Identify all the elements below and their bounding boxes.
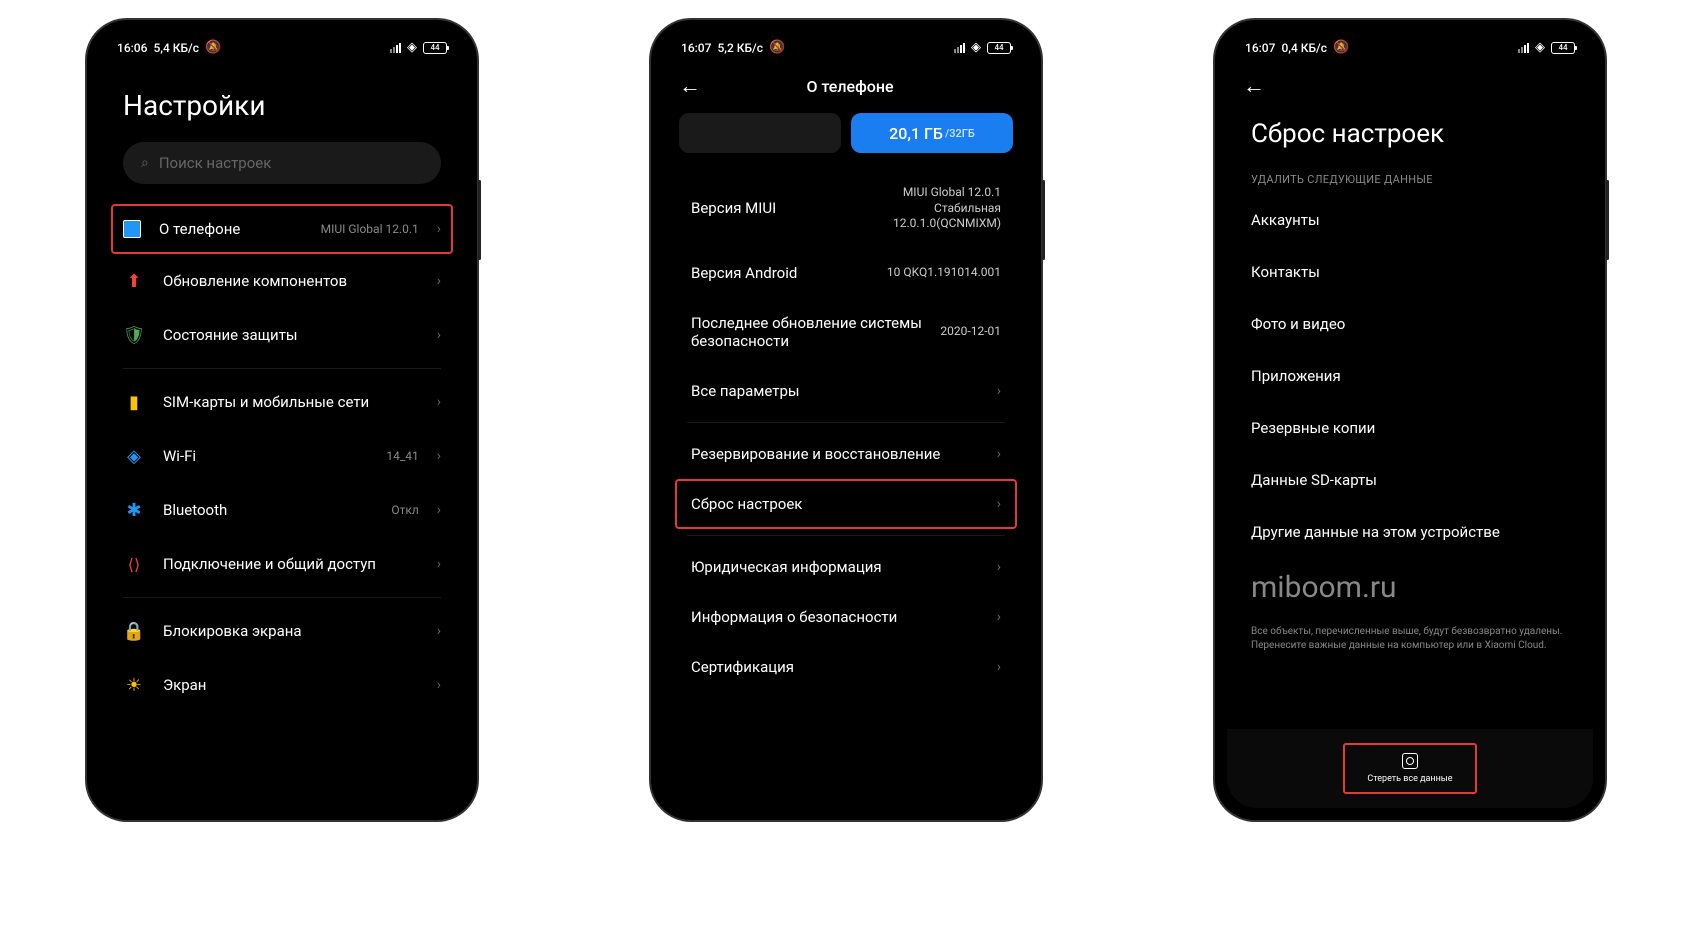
row-safety-info[interactable]: Информация о безопасности ›: [675, 592, 1017, 642]
signal-icon: [390, 43, 401, 53]
item-sim[interactable]: ▮ SIM-карты и мобильные сети ›: [111, 375, 453, 429]
item-component-update[interactable]: ⬆ Обновление компонентов ›: [111, 254, 453, 308]
mute-icon: 🔕: [205, 40, 221, 55]
item-about-phone[interactable]: О телефоне MIUI Global 12.0.1 ›: [111, 204, 453, 254]
data-contacts: Контакты: [1227, 246, 1593, 298]
item-connection-share[interactable]: ⟨⟩ Подключение и общий доступ ›: [111, 537, 453, 591]
row-backup-restore[interactable]: Резервирование и восстановление ›: [675, 429, 1017, 479]
disclaimer: Все объекты, перечисленные выше, будут б…: [1227, 617, 1593, 665]
storage-card[interactable]: 20,1 ГБ /32ГБ: [679, 113, 1013, 153]
data-accounts: Аккаунты: [1227, 194, 1593, 246]
battery-icon: 44: [423, 42, 447, 54]
status-speed: 5,4 КБ/с: [153, 41, 199, 55]
signal-icon: [954, 43, 965, 53]
wifi-icon: ◈: [971, 40, 981, 55]
status-time: 16:07: [681, 41, 711, 55]
status-speed: 5,2 КБ/с: [717, 41, 763, 55]
page-title: Сброс настроек: [1227, 99, 1593, 167]
status-bar: 16:06 5,4 КБ/с 🔕 ◈ 44: [99, 32, 465, 59]
header-bar: ←: [1227, 59, 1593, 99]
chevron-right-icon: ›: [437, 556, 441, 572]
shield-icon: 🛡: [123, 324, 145, 346]
chevron-right-icon: ›: [437, 502, 441, 518]
row-security-update[interactable]: Последнее обновление системы безопасност…: [675, 298, 1017, 366]
phone-reset: 16:07 0,4 КБ/с 🔕 ◈ 44 ← Сброс настроек У…: [1215, 20, 1605, 820]
search-input[interactable]: ⌕ Поиск настроек: [123, 142, 441, 184]
row-factory-reset[interactable]: Сброс настроек ›: [675, 479, 1017, 529]
chevron-right-icon: ›: [437, 394, 441, 410]
chevron-right-icon: ›: [997, 559, 1001, 575]
chevron-right-icon: ›: [437, 448, 441, 464]
miui-version-value: MIUI Global 12.0.1 Стабильная 12.0.1.0(Q…: [893, 185, 1001, 232]
mute-icon: 🔕: [769, 40, 785, 55]
update-icon: ⬆: [123, 270, 145, 292]
storage-used: 20,1 ГБ: [889, 124, 943, 143]
chevron-right-icon: ›: [997, 496, 1001, 512]
back-button[interactable]: ←: [1243, 73, 1265, 99]
watermark: miboom.ru: [1227, 558, 1593, 617]
back-button[interactable]: ←: [679, 73, 701, 99]
brightness-icon: ☀: [123, 674, 145, 696]
section-label: УДАЛИТЬ СЛЕДУЮЩИЕ ДАННЫЕ: [1227, 167, 1593, 194]
row-legal[interactable]: Юридическая информация ›: [675, 542, 1017, 592]
wifi-icon: ◈: [407, 40, 417, 55]
data-other: Другие данные на этом устройстве: [1227, 506, 1593, 558]
chevron-right-icon: ›: [437, 677, 441, 693]
phone-about: 16:07 5,2 КБ/с 🔕 ◈ 44 ← О телефоне 20,1 …: [651, 20, 1041, 820]
item-security-status[interactable]: 🛡 Состояние защиты ›: [111, 308, 453, 362]
battery-icon: 44: [987, 42, 1011, 54]
item-display[interactable]: ☀ Экран ›: [111, 658, 453, 712]
data-sd: Данные SD-карты: [1227, 454, 1593, 506]
header-title: О телефоне: [717, 77, 983, 96]
item-bluetooth[interactable]: ✱ Bluetooth Откл ›: [111, 483, 453, 537]
storage-total: /32ГБ: [945, 127, 975, 140]
status-time: 16:06: [117, 41, 147, 55]
chevron-right-icon: ›: [997, 383, 1001, 399]
item-lock-screen[interactable]: 🔒 Блокировка экрана ›: [111, 604, 453, 658]
status-speed: 0,4 КБ/с: [1281, 41, 1327, 55]
header-bar: ← О телефоне: [663, 59, 1029, 113]
signal-icon: [1518, 43, 1529, 53]
divider: [687, 535, 1005, 536]
divider: [687, 422, 1005, 423]
erase-icon: [1402, 753, 1418, 769]
chevron-right-icon: ›: [997, 446, 1001, 462]
mute-icon: 🔕: [1333, 40, 1349, 55]
search-icon: ⌕: [141, 155, 149, 171]
bluetooth-icon: ✱: [123, 499, 145, 521]
item-wifi[interactable]: ◈ Wi-Fi 14_41 ›: [111, 429, 453, 483]
erase-label: Стереть все данные: [1367, 774, 1452, 784]
search-placeholder: Поиск настроек: [159, 154, 272, 172]
phone-icon: [123, 220, 141, 238]
chevron-right-icon: ›: [997, 609, 1001, 625]
chevron-right-icon: ›: [997, 659, 1001, 675]
row-miui-version[interactable]: Версия MIUI MIUI Global 12.0.1 Стабильна…: [675, 169, 1017, 248]
share-icon: ⟨⟩: [123, 553, 145, 575]
wifi-icon: ◈: [1535, 40, 1545, 55]
chevron-right-icon: ›: [437, 623, 441, 639]
status-time: 16:07: [1245, 41, 1275, 55]
lock-icon: 🔒: [123, 620, 145, 642]
battery-icon: 44: [1551, 42, 1575, 54]
data-apps: Приложения: [1227, 350, 1593, 402]
page-title: Настройки: [99, 59, 465, 142]
phone-settings: 16:06 5,4 КБ/с 🔕 ◈ 44 Настройки ⌕ Поиск …: [87, 20, 477, 820]
data-photos: Фото и видео: [1227, 298, 1593, 350]
sim-icon: ▮: [123, 391, 145, 413]
data-backups: Резервные копии: [1227, 402, 1593, 454]
divider: [123, 368, 441, 369]
chevron-right-icon: ›: [437, 273, 441, 289]
row-all-specs[interactable]: Все параметры ›: [675, 366, 1017, 416]
wifi-icon: ◈: [123, 445, 145, 467]
divider: [123, 597, 441, 598]
chevron-right-icon: ›: [437, 221, 441, 237]
row-certification[interactable]: Сертификация ›: [675, 642, 1017, 692]
row-android-version[interactable]: Версия Android 10 QKQ1.191014.001: [675, 248, 1017, 298]
status-bar: 16:07 5,2 КБ/с 🔕 ◈ 44: [663, 32, 1029, 59]
status-bar: 16:07 0,4 КБ/с 🔕 ◈ 44: [1227, 32, 1593, 59]
erase-all-button[interactable]: Стереть все данные: [1343, 743, 1476, 794]
chevron-right-icon: ›: [437, 327, 441, 343]
erase-bar: Стереть все данные: [1227, 729, 1593, 808]
